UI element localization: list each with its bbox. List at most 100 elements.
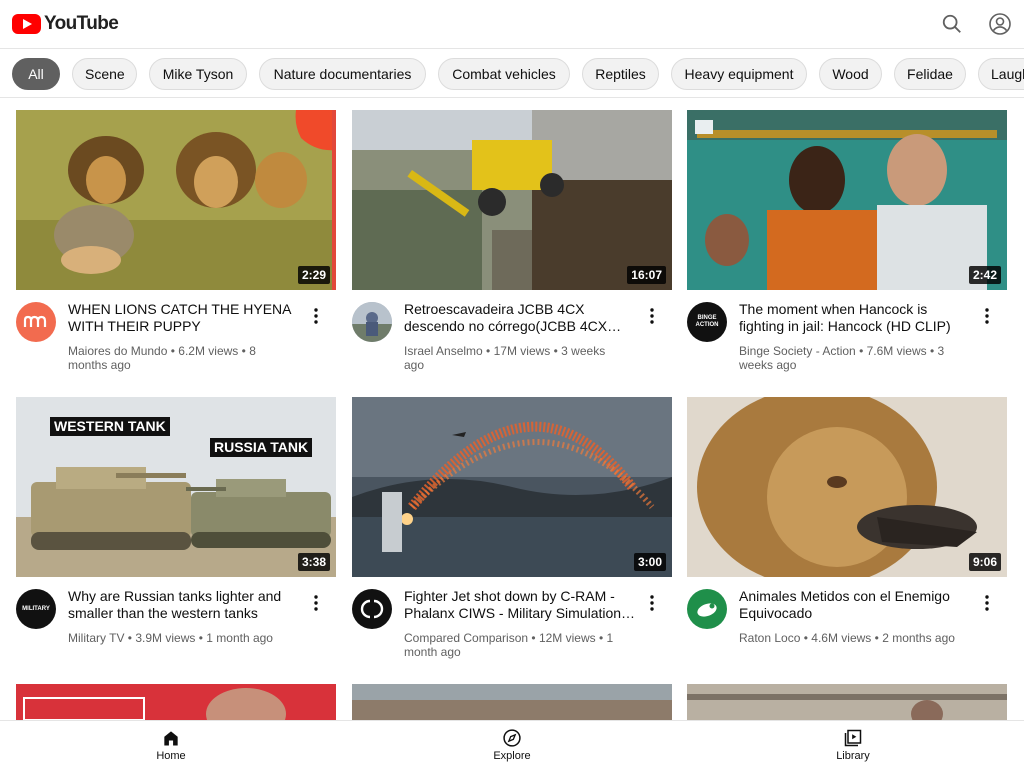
video-duration: 2:29	[297, 266, 330, 284]
bottom-navigation: Home Explore Library	[0, 720, 1024, 768]
video-title[interactable]: The moment when Hancock is fighting in j…	[739, 301, 971, 335]
more-options-button[interactable]	[306, 591, 326, 615]
chip-combat-vehicles[interactable]: Combat vehicles	[438, 58, 570, 90]
filter-chip-bar: All Scene Mike Tyson Nature documentarie…	[0, 48, 1024, 98]
kebab-menu-icon	[314, 595, 318, 611]
account-button[interactable]	[986, 10, 1014, 38]
separator-dot: •	[486, 344, 491, 358]
video-meta: Military TV • 3.9M views • 1 month ago	[68, 631, 288, 645]
youtube-logo[interactable]: YouTube	[12, 13, 119, 35]
video-title[interactable]: Animales Metidos con el Enemigo Equivoca…	[739, 588, 971, 622]
upload-age: 1 month ago	[206, 631, 273, 645]
compass-icon	[503, 729, 521, 747]
kebab-menu-icon	[985, 595, 989, 611]
video-thumbnail[interactable]	[352, 684, 672, 720]
compared-comparison-logo-icon	[360, 599, 384, 619]
thumbnail-caption-russia: RUSSIA TANK	[210, 438, 313, 457]
video-duration: 2:42	[968, 266, 1001, 284]
video-meta: Binge Society - Action • 7.6M views • 3 …	[739, 344, 959, 372]
view-count: 6.2M views	[178, 344, 239, 358]
video-title[interactable]: Why are Russian tanks lighter and smalle…	[68, 588, 300, 622]
nav-home-label: Home	[156, 750, 186, 762]
maiores-logo-icon	[23, 315, 47, 327]
separator-dot: •	[170, 344, 175, 358]
video-duration: 16:07	[627, 266, 666, 284]
more-options-button[interactable]	[977, 304, 997, 328]
separator-dot: •	[241, 344, 246, 358]
channel-name[interactable]: Military TV	[68, 631, 124, 645]
video-thumbnail[interactable]: 9:06	[687, 397, 1007, 577]
chip-reptiles[interactable]: Reptiles	[582, 58, 659, 90]
more-options-button[interactable]	[306, 304, 326, 328]
video-thumbnail[interactable]	[687, 684, 1007, 720]
kebab-menu-icon	[650, 595, 654, 611]
separator-dot: •	[803, 631, 808, 645]
video-thumbnail[interactable]: 2:29	[16, 110, 336, 290]
chip-felidae[interactable]: Felidae	[894, 58, 966, 90]
thumbnail-caption-western: WESTERN TANK	[50, 417, 170, 436]
search-button[interactable]	[938, 10, 966, 38]
library-icon	[844, 729, 862, 747]
channel-name[interactable]: Raton Loco	[739, 631, 800, 645]
more-options-button[interactable]	[977, 591, 997, 615]
raton-loco-logo-icon	[697, 603, 717, 617]
view-count: 7.6M views	[866, 344, 927, 358]
separator-dot: •	[874, 631, 879, 645]
channel-avatar[interactable]: BINGE ACTION	[687, 302, 727, 342]
channel-name[interactable]: Israel Anselmo	[404, 344, 483, 358]
video-duration: 9:06	[968, 553, 1001, 571]
video-thumbnail[interactable]: WESTERN TANK RUSSIA TANK 3:38	[16, 397, 336, 577]
channel-avatar[interactable]: MILITARY	[16, 589, 56, 629]
video-title[interactable]: Retroescavadeira JCBB 4CX descendo no có…	[404, 301, 636, 335]
channel-name[interactable]: Compared Comparison	[404, 631, 528, 645]
kebab-menu-icon	[985, 308, 989, 324]
chip-nature-documentaries[interactable]: Nature documentaries	[259, 58, 426, 90]
view-count: 4.6M views	[811, 631, 872, 645]
separator-dot: •	[127, 631, 132, 645]
channel-name[interactable]: Binge Society - Action	[739, 344, 856, 358]
channel-avatar[interactable]	[352, 589, 392, 629]
channel-avatar[interactable]	[16, 302, 56, 342]
chip-mike-tyson[interactable]: Mike Tyson	[149, 58, 247, 90]
video-thumbnail[interactable]: 16:07	[352, 110, 672, 290]
nav-library[interactable]: Library	[793, 721, 913, 768]
nav-home[interactable]: Home	[111, 721, 231, 768]
separator-dot: •	[531, 631, 536, 645]
separator-dot: •	[198, 631, 203, 645]
channel-avatar[interactable]	[687, 589, 727, 629]
more-options-button[interactable]	[642, 304, 662, 328]
video-thumbnail[interactable]	[16, 684, 336, 720]
account-icon	[989, 13, 1011, 35]
video-meta: Compared Comparison • 12M views • 1 mont…	[404, 631, 624, 659]
channel-avatar[interactable]	[352, 302, 392, 342]
youtube-play-icon	[12, 14, 41, 34]
separator-dot: •	[859, 344, 864, 358]
chip-all[interactable]: All	[12, 58, 60, 90]
chip-scene[interactable]: Scene	[72, 58, 137, 90]
home-icon	[164, 731, 178, 746]
chip-heavy-equipment[interactable]: Heavy equipment	[671, 58, 807, 90]
video-title[interactable]: WHEN LIONS CATCH THE HYENA WITH THEIR PU…	[68, 301, 300, 335]
nav-explore[interactable]: Explore	[452, 721, 572, 768]
video-meta: Raton Loco • 4.6M views • 2 months ago	[739, 631, 959, 645]
video-duration: 3:38	[297, 553, 330, 571]
view-count: 17M views	[493, 344, 551, 358]
separator-dot: •	[553, 344, 558, 358]
video-thumbnail[interactable]: 2:42	[687, 110, 1007, 290]
video-thumbnail[interactable]: 3:00	[352, 397, 672, 577]
top-app-bar: YouTube	[0, 0, 1024, 48]
more-options-button[interactable]	[642, 591, 662, 615]
nav-library-label: Library	[836, 750, 870, 762]
channel-name[interactable]: Maiores do Mundo	[68, 344, 167, 358]
nav-explore-label: Explore	[493, 750, 531, 762]
logo-text: YouTube	[44, 13, 119, 34]
binge-action-logo: BINGE ACTION	[695, 315, 719, 328]
upload-age: 2 months ago	[882, 631, 955, 645]
separator-dot: •	[930, 344, 935, 358]
search-icon	[942, 14, 961, 33]
video-title[interactable]: Fighter Jet shot down by C-RAM - Phalanx…	[404, 588, 636, 622]
video-duration: 3:00	[633, 553, 666, 571]
chip-laugh[interactable]: Laugh	[978, 58, 1024, 90]
view-count: 3.9M views	[135, 631, 196, 645]
chip-wood[interactable]: Wood	[819, 58, 882, 90]
